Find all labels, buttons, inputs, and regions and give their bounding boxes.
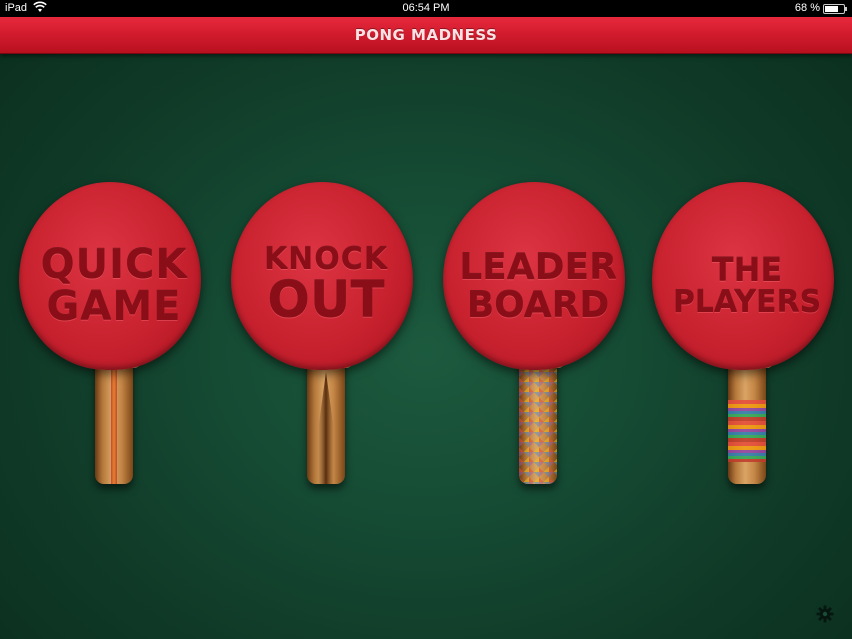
leader-board-label: LEADER BOARD <box>459 247 617 326</box>
paddle-handle <box>519 352 557 484</box>
quick-game-label: QUICK GAME <box>40 242 188 330</box>
status-time: 06:54 PM <box>402 2 450 14</box>
the-players-button[interactable]: THE PLAYERS <box>652 182 842 492</box>
quick-game-button[interactable]: QUICK GAME <box>19 182 209 492</box>
nav-bar: PONG MADNESS <box>0 17 852 54</box>
paddle-handle <box>307 352 345 484</box>
knock-out-button[interactable]: KNOCK OUT <box>231 182 421 492</box>
leader-board-button[interactable]: LEADER BOARD <box>443 182 633 492</box>
paddle-handle <box>728 352 766 484</box>
app-title: PONG MADNESS <box>354 26 498 44</box>
battery-percent: 68 % <box>794 2 820 14</box>
gear-icon[interactable] <box>816 605 834 623</box>
battery-icon <box>823 4 847 14</box>
paddle-handle <box>95 352 133 484</box>
the-players-label: THE PLAYERS <box>672 251 822 320</box>
knock-out-label: KNOCK OUT <box>263 242 389 329</box>
status-bar: iPad 06:54 PM 68 % <box>0 0 852 17</box>
